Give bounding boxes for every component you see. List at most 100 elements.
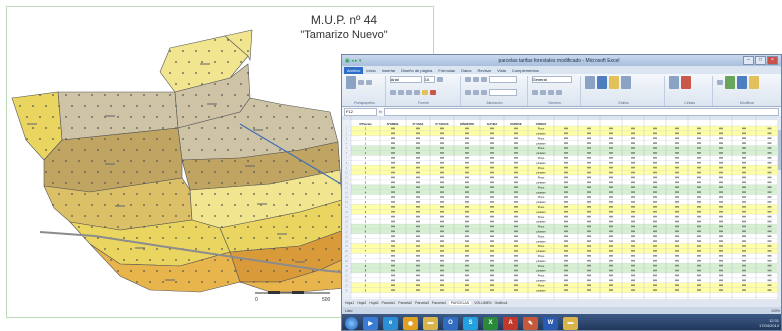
share-icon[interactable] [749,76,759,89]
skype-icon[interactable]: S [463,316,478,330]
word-icon[interactable]: W [543,316,558,330]
font-size-box[interactable]: 10 [423,76,435,83]
font-name-box[interactable]: Arial [389,76,422,83]
grow-font-icon[interactable] [436,77,443,82]
tab-inicio[interactable]: Inicio [363,67,378,74]
number-format-box[interactable]: General [531,76,572,83]
tab-datos[interactable]: Datos [458,67,474,74]
cell-value-mark [767,245,772,247]
cell-value-mark [767,210,772,213]
paste-icon[interactable] [346,76,356,89]
cell-value-mark [564,191,568,193]
find-select-icon[interactable] [737,76,747,89]
sample-point [318,215,320,217]
tab-vista[interactable]: Vista [494,67,509,74]
cell-styles-icon[interactable] [608,76,619,89]
sheet-tab[interactable]: Gráfico1 [495,301,508,305]
tab-formulas[interactable]: Fórmulas [435,67,458,74]
sheet-tab[interactable]: VOLUMEN [474,301,491,305]
fill-color-icon[interactable] [421,89,428,95]
delete-cells-icon[interactable] [669,76,680,89]
align-center-icon[interactable] [472,89,479,95]
system-tray[interactable]: 12:31 17/04/2013 [759,318,781,328]
folder-icon[interactable]: ▬ [423,316,438,330]
quick-access-toolbar[interactable]: ▣ ◂ ▸ ▾ [345,58,375,64]
border-icon[interactable] [413,89,420,95]
ie-icon[interactable]: e [383,316,398,330]
acrobat-icon[interactable]: A [503,316,518,330]
sheet-tab[interactable]: Hoja3 [369,301,378,305]
decimal-icon[interactable] [555,89,562,95]
cell-value-mark [514,230,518,233]
sample-point [58,171,60,173]
format-cells-icon[interactable] [681,76,692,89]
underline-icon[interactable] [405,89,412,95]
folder-icon[interactable]: ▬ [563,316,578,330]
cell-value-mark [465,274,469,277]
cut-icon[interactable] [358,80,364,85]
sheet-tab[interactable]: Parcela4 [432,301,446,305]
sheet-tab[interactable]: PARCELAS [448,301,472,305]
percent-icon[interactable] [539,89,546,95]
cell-value-mark [609,215,613,218]
align-top-icon[interactable] [464,77,471,82]
sample-point [201,171,203,173]
map-title-line2: "Tamarizo Nuevo" [300,29,388,41]
cell-value-mark [719,132,723,135]
sample-point [195,248,197,250]
cell-value-mark [490,201,494,203]
sheet-tab[interactable]: Parcela2 [398,301,412,305]
comma-icon[interactable] [547,89,554,95]
paint-icon[interactable]: ✎ [523,316,538,330]
sample-point [253,127,255,129]
font-color-icon[interactable] [429,89,436,95]
spreadsheet-grid[interactable]: NºParcela NºARBOL Nº VARA Nº SAVIAS DIÁMETRO… [342,116,782,299]
cell-especie: pinaster [536,171,545,175]
cell-value-mark [514,161,518,164]
autosum-icon[interactable] [717,80,723,85]
align-right-icon[interactable] [480,89,487,95]
sample-point [260,226,262,228]
tab-diseno[interactable]: Diseño de página [398,67,435,74]
column-header: ALTURA [487,122,498,126]
minimize-icon[interactable]: – [743,56,754,65]
zoom-level[interactable]: 100% [771,309,780,313]
media-player-icon[interactable]: ▶ [363,316,378,330]
formula-input[interactable] [384,107,779,116]
sheet-tab[interactable]: Hoja1 [345,301,354,305]
format-table-icon[interactable] [596,76,607,89]
sample-point [273,116,275,118]
excel-icon[interactable]: X [483,316,498,330]
name-box[interactable]: F12 [344,107,377,116]
tab-insertar[interactable]: Insertar [379,67,399,74]
sheet-tab[interactable]: Parcela1 [381,301,395,305]
align-left-icon[interactable] [464,89,471,95]
sort-filter-icon[interactable] [725,76,735,89]
sample-point [195,116,197,118]
copy-icon[interactable] [366,80,372,85]
fx-icon[interactable]: fx [379,109,382,114]
scrollbar-thumb[interactable] [778,130,782,170]
align-bottom-icon[interactable] [480,77,487,82]
close-icon[interactable]: × [767,56,778,65]
start-orb-icon[interactable] [345,316,358,330]
sheet-tab[interactable]: Hoja2 [357,301,366,305]
chrome-icon[interactable]: ◉ [403,316,418,330]
wrap-text-button[interactable] [488,76,517,83]
sample-point [266,259,268,261]
conditional-format-icon[interactable] [584,76,595,89]
tab-complementos[interactable]: Complementos [509,67,542,74]
merge-center-button[interactable] [488,88,517,96]
bold-icon[interactable] [389,89,396,95]
align-middle-icon[interactable] [472,77,479,82]
sample-point [182,94,184,96]
sheet-tab[interactable]: Parcela3 [415,301,429,305]
italic-icon[interactable] [397,89,404,95]
ribbon: Portapapeles Arial 10 Fuente Alineación … [342,74,781,107]
currency-icon[interactable] [531,89,538,95]
maximize-icon[interactable]: □ [755,56,766,65]
tab-revisar[interactable]: Revisar [475,67,495,74]
insert-cells-icon[interactable] [620,76,631,89]
outlook-icon[interactable]: O [443,316,458,330]
tab-archivo[interactable]: Archivo [344,67,364,74]
